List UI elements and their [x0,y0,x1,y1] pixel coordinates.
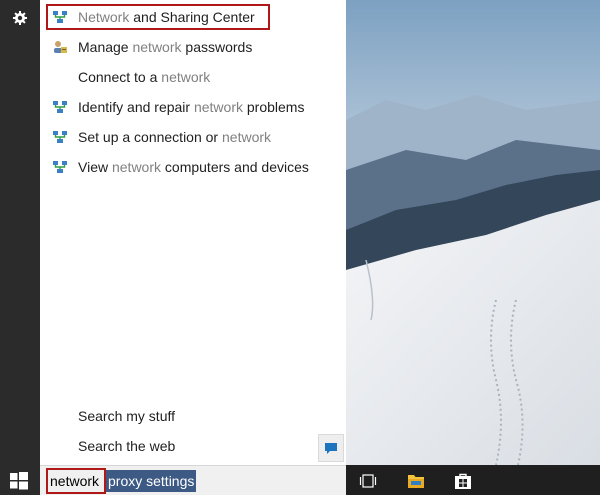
search-my-stuff-link[interactable]: Search my stuff [78,408,175,424]
result-text-match: network [111,159,162,175]
result-text-match: network [161,69,211,85]
result-text-match: network [222,129,272,145]
result-manage-network-passwords[interactable]: Manage network passwords [40,33,346,61]
network-icon [52,129,68,145]
network-icon [52,99,68,115]
result-text-pre: Set up a connection or [78,129,222,145]
result-text-pre: Identify and repair [78,99,194,115]
result-text-match: network [193,99,243,115]
result-setup-connection[interactable]: Set up a connection or network [40,123,346,151]
result-text-post: problems [243,99,305,115]
start-menu-rail [0,0,40,495]
feedback-icon [325,443,337,454]
result-text-post: passwords [181,39,253,55]
taskbar [346,465,600,495]
desktop-wallpaper [346,0,600,465]
result-network-sharing-center[interactable]: Network and Sharing Center [40,3,346,31]
result-text-match: Network [78,9,130,25]
result-connect-to-network[interactable]: Connect to a network [40,63,346,91]
result-view-network-computers[interactable]: View network computers and devices [40,153,346,181]
result-text-post: and Sharing Center [129,9,255,25]
gear-icon[interactable] [10,8,30,28]
result-text-pre: Connect to a [78,69,162,85]
annotation-highlight-box [46,468,106,494]
result-text-pre: Manage [78,39,133,55]
result-identify-repair-network[interactable]: Identify and repair network problems [40,93,346,121]
file-explorer-icon[interactable] [407,472,425,490]
windows-logo-icon[interactable] [10,472,28,490]
search-suggested-text: proxy settings [106,470,197,492]
network-icon [52,159,68,175]
store-icon[interactable] [454,472,472,490]
network-icon [52,9,68,25]
search-box[interactable]: network proxy settings [40,465,346,495]
search-the-web-link[interactable]: Search the web [78,438,175,454]
feedback-button[interactable] [318,434,344,462]
result-text-match: network [132,39,182,55]
search-results-panel: Network and Sharing Center Manage networ… [40,0,346,465]
result-text-pre: View [78,159,112,175]
result-text-post: computers and devices [161,159,309,175]
credential-icon [52,39,68,55]
task-view-icon[interactable] [359,472,377,490]
